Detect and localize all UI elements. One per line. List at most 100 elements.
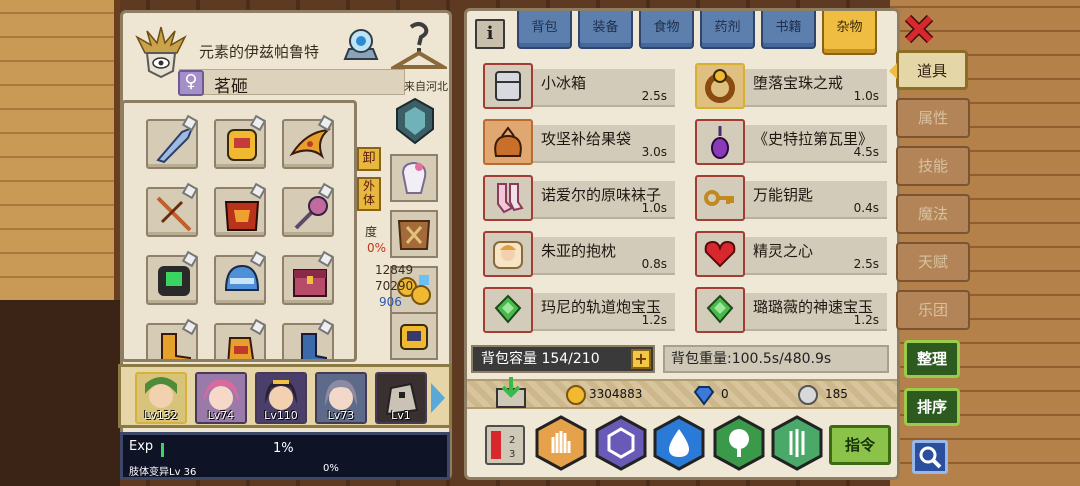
inventory-panel: i 背包 装备 食物 药剂 书籍 杂物 小冰箱 2.5s 堕落宝珠之戒 1.0s — [464, 8, 900, 480]
ring-icon — [705, 69, 735, 103]
diamond-amount: 0 — [721, 387, 729, 401]
purple-rune-filter-icon[interactable] — [595, 415, 647, 471]
currency-bar: 3304883 0 185 — [467, 377, 897, 409]
silver-amount: 185 — [825, 387, 848, 401]
appearance-button[interactable]: 外 体 — [357, 177, 381, 211]
equip-slot-mace[interactable] — [282, 182, 335, 237]
inventory-item[interactable]: 诺爱尔的原味袜子 1.0s — [477, 175, 675, 223]
equip-slot-scythe[interactable] — [282, 114, 335, 169]
equip-slot-red-armor[interactable] — [214, 182, 267, 237]
equip-slot-gold-headgear[interactable] — [214, 114, 267, 169]
blue-helmet-icon — [224, 264, 260, 291]
brown-armor-icon[interactable] — [389, 209, 439, 259]
party-member-2[interactable]: Lv74 — [195, 372, 247, 424]
crystal-orb-icon[interactable] — [337, 25, 385, 65]
item-weight: 1.2s — [853, 313, 879, 327]
side-tab-label: 道具 — [916, 62, 947, 80]
item-name: 万能钥匙 — [753, 186, 814, 204]
pillow-icon — [493, 241, 523, 269]
crystal-filter-icon[interactable] — [771, 415, 823, 471]
character-title: 元素的伊兹帕鲁特 — [199, 43, 320, 61]
party-member-level: Lv73 — [327, 409, 355, 422]
tab-misc[interactable]: 杂物 — [822, 11, 877, 55]
close-icon[interactable] — [904, 12, 934, 46]
party-member-level: Lv110 — [264, 409, 298, 422]
backpack-weight: 背包重量:100.5s/480.9s — [663, 345, 889, 373]
inventory-item[interactable]: 堕落宝珠之戒 1.0s — [689, 63, 887, 111]
item-icon-frame — [483, 175, 533, 221]
party-member-1[interactable]: Lv132 — [135, 372, 187, 424]
gold-headgear-icon — [227, 129, 257, 161]
green-gem-icon — [494, 294, 522, 324]
item-weight: 1.2s — [641, 313, 667, 327]
inventory-item[interactable]: 玛尼的轨道炮宝玉 1.2s — [477, 287, 675, 335]
equip-slot-gold-glove[interactable] — [214, 318, 267, 359]
hand-filter-icon[interactable] — [535, 415, 587, 471]
shield-crest-icon — [396, 97, 434, 145]
tree-filter-icon[interactable] — [713, 415, 765, 471]
party-member-level: Lv132 — [144, 409, 178, 422]
side-tab-magic[interactable]: 魔法 — [896, 194, 970, 234]
tab-food[interactable]: 食物 — [639, 11, 694, 49]
wooden-floor-left — [0, 0, 120, 300]
expand-capacity-button[interactable]: + — [631, 349, 651, 369]
side-tab-skills[interactable]: 技能 — [896, 146, 970, 186]
number-sort-icon: 2 3 — [491, 431, 515, 460]
side-tab-attributes[interactable]: 属性 — [896, 98, 970, 138]
gold-pot-icon[interactable] — [389, 311, 439, 361]
organize-button[interactable]: 整理 — [904, 340, 960, 378]
inventory-list: 小冰箱 2.5s 堕落宝珠之戒 1.0s 攻坚补给果袋 3.0s 《史特拉第瓦里… — [477, 59, 889, 341]
exp-percent: 1% — [273, 441, 294, 456]
equip-slot-gold-boots[interactable] — [146, 318, 199, 359]
item-weight: 3.0s — [641, 145, 667, 159]
inventory-item[interactable]: 《史特拉第瓦里》 4.5s — [689, 119, 887, 167]
search-icon — [919, 446, 942, 469]
item-name: 精灵之心 — [753, 242, 814, 260]
inventory-item[interactable]: 朱亚的抱枕 0.8s — [477, 231, 675, 279]
party-member-3[interactable]: Lv110 — [255, 372, 307, 424]
equip-slot-device[interactable] — [146, 250, 199, 305]
item-name: 朱亚的抱枕 — [541, 242, 617, 260]
red-bow-icon — [156, 196, 192, 232]
water-drop-filter-icon[interactable] — [653, 415, 705, 471]
character-header: 元素的伊兹帕鲁特 ♀ 茗砸 来自河北 — [129, 19, 448, 109]
hanger-question-icon[interactable] — [391, 21, 447, 71]
active-tab-arrow-icon — [889, 63, 897, 79]
inventory-item[interactable]: 精灵之心 2.5s — [689, 231, 887, 279]
item-icon-frame — [483, 63, 533, 109]
equip-slot-chest[interactable] — [282, 250, 335, 305]
exp-sub-label: 肢体变异Lv 36 — [129, 467, 197, 478]
equip-slot-bow[interactable] — [146, 182, 199, 237]
tab-books[interactable]: 书籍 — [761, 11, 816, 49]
sort-button[interactable]: 排序 — [904, 388, 960, 426]
info-button[interactable]: i — [475, 19, 505, 49]
tab-potions[interactable]: 药剂 — [700, 11, 755, 49]
unequip-button[interactable]: 卸 — [357, 147, 381, 171]
party-member-4[interactable]: Lv73 — [315, 372, 367, 424]
appearance-button-line2: 体 — [362, 193, 375, 207]
sort-number-button[interactable]: 2 3 — [485, 425, 525, 465]
tab-backpack[interactable]: 背包 — [517, 11, 572, 49]
inventory-item[interactable]: 万能钥匙 0.4s — [689, 175, 887, 223]
inventory-item[interactable]: 小冰箱 2.5s — [477, 63, 675, 111]
white-gauntlet-icon[interactable] — [389, 153, 439, 203]
side-tab-items[interactable]: 道具 — [889, 50, 968, 90]
female-gender-icon: ♀ — [178, 70, 204, 96]
tab-equipment[interactable]: 装备 — [578, 11, 633, 49]
side-tab-band[interactable]: 乐团 — [896, 290, 970, 330]
command-button[interactable]: 指令 — [829, 425, 891, 465]
party-next-arrow-icon[interactable] — [431, 383, 445, 413]
item-weight: 0.8s — [641, 257, 667, 271]
green-gem-icon — [706, 294, 734, 324]
green-device-icon — [158, 266, 190, 296]
equip-slot-wing-blade[interactable] — [146, 114, 199, 169]
search-button[interactable] — [912, 440, 948, 474]
equip-slot-helmet[interactable] — [214, 250, 267, 305]
storage-download-icon[interactable] — [493, 375, 529, 411]
inventory-item[interactable]: 攻坚补给果袋 3.0s — [477, 119, 675, 167]
equip-slot-blue-boots[interactable] — [282, 318, 335, 359]
inventory-item[interactable]: 璐璐薇的神速宝玉 1.2s — [689, 287, 887, 335]
side-tab-talents[interactable]: 天赋 — [896, 242, 970, 282]
svg-text:2: 2 — [509, 435, 515, 446]
party-member-5[interactable]: Lv1 — [375, 372, 427, 424]
